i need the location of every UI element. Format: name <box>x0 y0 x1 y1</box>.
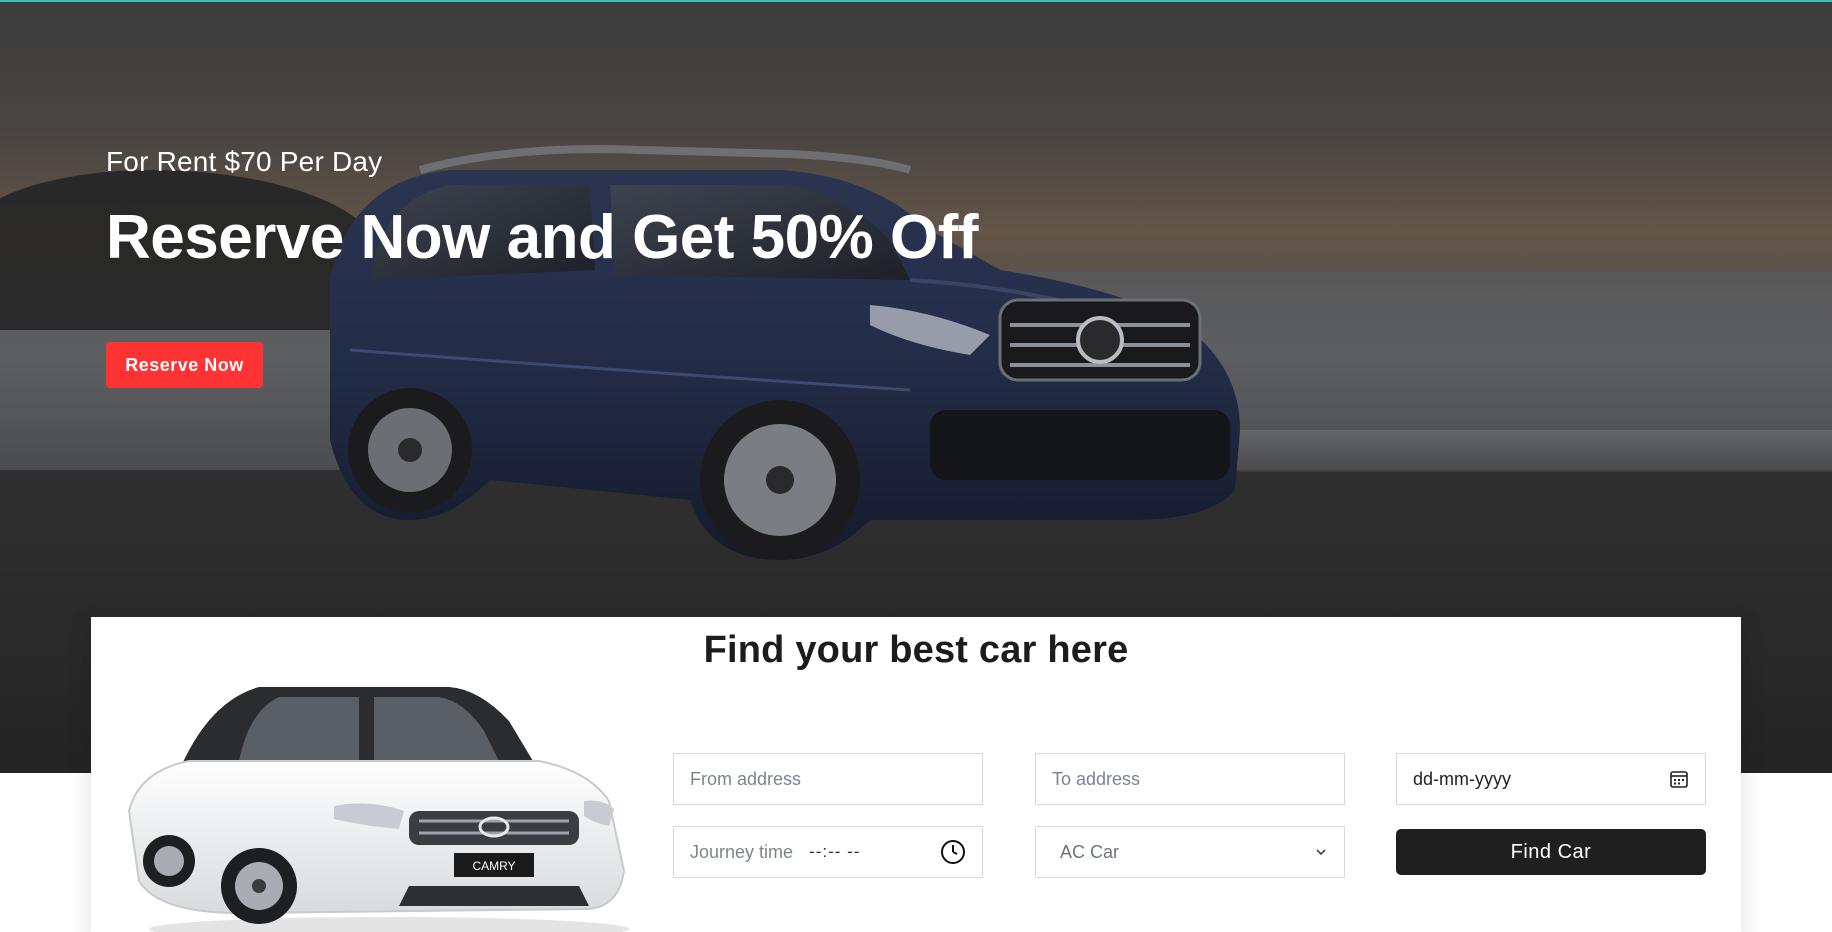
plate-text: CAMRY <box>472 859 515 873</box>
reserve-now-button[interactable]: Reserve Now <box>106 342 263 388</box>
sedan-image: CAMRY <box>127 687 629 932</box>
date-field[interactable]: dd-mm-yyyy <box>1396 753 1706 805</box>
find-car-button[interactable]: Find Car <box>1396 829 1706 875</box>
from-address-input[interactable] <box>690 768 966 790</box>
chevron-down-icon <box>1314 845 1328 859</box>
hero-title: Reserve Now and Get 50% Off <box>106 203 979 272</box>
calendar-icon[interactable] <box>1669 769 1689 789</box>
hero-text: For Rent $70 Per Day Reserve Now and Get… <box>106 146 979 273</box>
car-type-selected: AC Car <box>1060 841 1120 862</box>
to-address-input[interactable] <box>1052 768 1328 790</box>
search-card: Find your best car here CAMRY From addre… <box>91 617 1741 932</box>
to-address-field[interactable] <box>1035 753 1345 805</box>
journey-time-wrap: Journey time --:-- -- <box>690 842 860 863</box>
journey-time-field[interactable]: Journey time --:-- -- <box>673 826 983 878</box>
hero-subtitle: For Rent $70 Per Day <box>106 146 383 177</box>
car-type-select[interactable]: AC Car <box>1035 826 1345 878</box>
top-accent-line <box>0 0 1832 2</box>
date-value: dd-mm-yyyy <box>1413 768 1511 789</box>
journey-time-value: --:-- -- <box>809 842 861 861</box>
from-address-field[interactable] <box>673 753 983 805</box>
journey-time-label: Journey time <box>690 841 794 862</box>
clock-icon[interactable] <box>940 839 966 865</box>
search-title: Find your best car here <box>703 629 1129 671</box>
